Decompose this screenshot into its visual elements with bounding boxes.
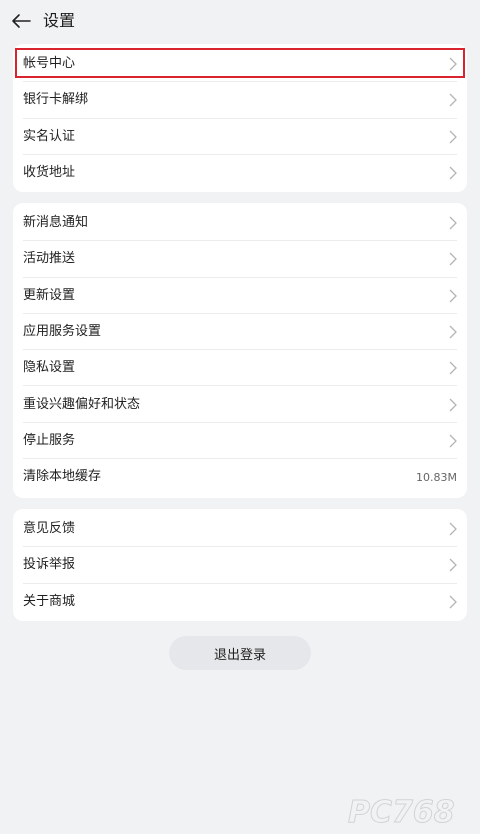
chevron-right-icon	[449, 595, 457, 609]
settings-item-label: 帐号中心	[23, 56, 76, 72]
settings-item-label: 重设兴趣偏好和状态	[23, 396, 141, 412]
chevron-right-icon	[449, 166, 457, 180]
settings-item-label: 活动推送	[23, 251, 76, 267]
settings-item-label: 新消息通知	[23, 215, 89, 231]
chevron-right-icon	[449, 361, 457, 375]
cache-size-value: 10.83M	[416, 470, 457, 484]
settings-item-app-service-settings[interactable]: 应用服务设置	[13, 314, 467, 351]
chevron-right-icon	[449, 398, 457, 412]
settings-item-new-message-notify[interactable]: 新消息通知	[13, 205, 467, 242]
settings-item-label: 隐私设置	[23, 360, 76, 376]
settings-item-account-center[interactable]: 帐号中心	[13, 46, 467, 83]
settings-item-label: 银行卡解绑	[23, 92, 89, 108]
settings-item-reset-interests[interactable]: 重设兴趣偏好和状态	[13, 386, 467, 423]
arrow-left-icon	[12, 14, 31, 28]
settings-item-about-mall[interactable]: 关于商城	[13, 584, 467, 620]
chevron-right-icon	[449, 289, 457, 303]
settings-item-label: 停止服务	[23, 432, 76, 448]
chevron-right-icon	[449, 434, 457, 448]
chevron-right-icon	[449, 130, 457, 144]
account-settings-card: 帐号中心 银行卡解绑 实名认证 收货地址	[13, 44, 467, 192]
settings-item-label: 投诉举报	[23, 557, 76, 573]
settings-item-update-settings[interactable]: 更新设置	[13, 278, 467, 314]
chevron-right-icon	[449, 252, 457, 266]
chevron-right-icon	[449, 325, 457, 339]
watermark-text: PC768	[348, 795, 455, 830]
settings-item-label: 收货地址	[23, 165, 76, 181]
settings-item-label: 关于商城	[23, 593, 76, 609]
settings-item-bank-card-unbind[interactable]: 银行卡解绑	[13, 82, 467, 119]
chevron-right-icon	[449, 522, 457, 536]
settings-item-real-name-auth[interactable]: 实名认证	[13, 119, 467, 155]
settings-item-feedback[interactable]: 意见反馈	[13, 511, 467, 548]
chevron-right-icon	[449, 216, 457, 230]
general-settings-card: 新消息通知 活动推送 更新设置 应用服务设置 隐私设置 重设兴趣偏好和状态 停止…	[13, 203, 467, 498]
page-title: 设置	[43, 11, 76, 30]
settings-item-label: 实名认证	[23, 128, 76, 144]
watermark-logo: PC768	[348, 795, 456, 831]
chevron-right-icon	[449, 558, 457, 572]
settings-item-privacy-settings[interactable]: 隐私设置	[13, 350, 467, 387]
logout-button[interactable]: 退出登录	[169, 636, 311, 670]
settings-item-label: 清除本地缓存	[23, 469, 102, 485]
settings-item-clear-cache[interactable]: 清除本地缓存 10.83M	[13, 459, 467, 495]
settings-item-activity-push[interactable]: 活动推送	[13, 241, 467, 278]
settings-item-stop-service[interactable]: 停止服务	[13, 423, 467, 460]
header: 设置	[0, 0, 480, 44]
chevron-right-icon	[449, 93, 457, 107]
settings-item-label: 意见反馈	[23, 521, 76, 537]
settings-item-label: 更新设置	[23, 287, 76, 303]
chevron-right-icon	[449, 57, 457, 71]
highlight-box	[15, 48, 465, 78]
settings-item-complaint-report[interactable]: 投诉举报	[13, 547, 467, 584]
settings-item-shipping-address[interactable]: 收货地址	[13, 155, 467, 191]
back-button[interactable]	[9, 9, 33, 33]
about-card: 意见反馈 投诉举报 关于商城	[13, 509, 467, 621]
settings-item-label: 应用服务设置	[23, 324, 102, 340]
